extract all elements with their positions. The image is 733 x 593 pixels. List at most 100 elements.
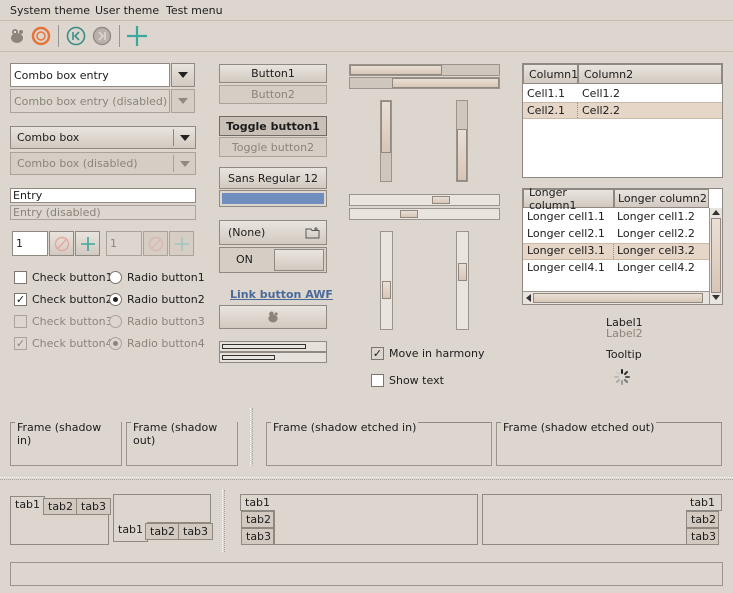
status-bar — [10, 562, 723, 586]
spin-input[interactable]: 1 — [12, 231, 48, 256]
tree-vscrollbar[interactable] — [709, 208, 722, 304]
scroll-left-icon[interactable] — [526, 294, 531, 302]
tab-3[interactable]: tab3 — [241, 528, 274, 545]
tab-3[interactable]: tab3 — [686, 528, 719, 545]
table-row-selected[interactable]: Longer cell3.1 Longer cell3.2 — [523, 243, 709, 260]
table-row[interactable]: Longer cell2.1 Longer cell2.2 — [523, 226, 709, 243]
vscale-fill[interactable] — [457, 129, 467, 181]
combo-divider — [173, 155, 174, 172]
tab-2[interactable]: tab2 — [43, 498, 79, 515]
gimp-icon — [268, 311, 278, 323]
plus-icon — [174, 236, 189, 251]
table-cell: Longer cell4.2 — [617, 261, 695, 274]
table-row-selected[interactable]: Cell2.1 Cell2.2 — [523, 102, 722, 119]
scroll-down-icon[interactable] — [712, 295, 720, 300]
combo-box[interactable]: Combo box — [10, 126, 196, 149]
vscrollbar-2[interactable] — [456, 231, 469, 330]
tab-2[interactable]: tab2 — [145, 523, 181, 540]
radio-button-1[interactable]: Radio button1 — [109, 271, 205, 284]
tab-1[interactable]: tab1 — [240, 494, 275, 511]
hscrollbar-thumb[interactable] — [400, 210, 418, 218]
hscale-fill[interactable] — [350, 65, 443, 75]
vscrollbar-1[interactable] — [380, 231, 393, 330]
tree-hscrollbar[interactable] — [523, 291, 709, 304]
switch-handle[interactable] — [274, 249, 324, 271]
font-button[interactable]: Sans Regular 12 — [219, 167, 327, 189]
radio-selected[interactable] — [109, 293, 122, 306]
checkbox-checked[interactable]: ✓ — [14, 293, 27, 306]
entry-field[interactable]: Entry — [10, 188, 196, 203]
column-divider — [577, 103, 578, 118]
font-name: Sans Regular — [228, 171, 301, 185]
hscrollbar-2[interactable] — [349, 208, 500, 220]
pane-separator[interactable] — [222, 490, 225, 552]
hscale-2[interactable] — [349, 77, 500, 89]
record-icon[interactable] — [29, 24, 53, 48]
tab-2[interactable]: tab2 — [241, 511, 274, 528]
checkbox[interactable] — [371, 374, 384, 387]
toggle-button-1[interactable]: Toggle button1 — [219, 116, 327, 136]
tab-1[interactable]: tab1 — [10, 496, 46, 515]
vscale-1[interactable] — [380, 100, 392, 182]
gimp-icon[interactable] — [5, 24, 29, 48]
move-in-harmony-check[interactable]: ✓ Move in harmony — [371, 347, 485, 360]
menu-system-theme[interactable]: System theme — [10, 4, 90, 17]
switch[interactable]: ON — [219, 247, 327, 273]
checkbox-checked[interactable]: ✓ — [371, 347, 384, 360]
hscale-fill[interactable] — [391, 78, 499, 88]
button-1[interactable]: Button1 — [219, 64, 327, 83]
color-button[interactable] — [219, 190, 327, 207]
vscale-2[interactable] — [456, 100, 468, 182]
tab-3[interactable]: tab3 — [76, 498, 112, 515]
radio-label: Radio button1 — [127, 271, 205, 284]
tab-2[interactable]: tab2 — [686, 511, 719, 528]
spin-increment-button[interactable] — [75, 231, 100, 256]
menu-test[interactable]: Test menu — [166, 4, 223, 17]
tree-view-2[interactable]: Longer column1 Longer column2 Longer cel… — [522, 186, 723, 305]
show-text-check[interactable]: Show text — [371, 374, 444, 387]
progress-fill — [222, 344, 306, 349]
tab-1[interactable]: tab1 — [113, 522, 149, 542]
table-row[interactable]: Longer cell4.1 Longer cell4.2 — [523, 260, 709, 277]
hscrollbar-thumb[interactable] — [533, 293, 703, 303]
scroll-up-icon[interactable] — [712, 210, 720, 215]
table-row[interactable]: Longer cell1.1 Longer cell1.2 — [523, 209, 709, 226]
radio[interactable] — [109, 271, 122, 284]
gimp-button[interactable] — [219, 305, 327, 329]
menu-user-theme[interactable]: User theme — [95, 4, 159, 17]
vscrollbar-thumb[interactable] — [382, 281, 391, 299]
vscrollbar-thumb[interactable] — [458, 263, 467, 281]
column-header[interactable]: Column2 — [578, 64, 722, 84]
plus-icon[interactable] — [124, 23, 150, 49]
check-button-1[interactable]: Check button1 — [14, 271, 113, 284]
no-entry-icon — [54, 236, 69, 251]
pane-separator[interactable] — [250, 408, 253, 466]
combo-entry-field[interactable]: Combo box entry — [10, 63, 170, 87]
radio-label: Radio button2 — [127, 293, 205, 306]
hscrollbar-thumb[interactable] — [432, 196, 450, 204]
checkbox[interactable] — [14, 271, 27, 284]
check-button-2[interactable]: ✓ Check button2 — [14, 293, 113, 306]
spin-decrement-button[interactable] — [49, 231, 74, 256]
file-chooser-button[interactable]: (None) — [219, 220, 327, 245]
link-button[interactable]: Link button AWF — [230, 288, 333, 301]
skip-back-icon[interactable] — [64, 24, 88, 48]
hscale-1[interactable] — [349, 64, 500, 76]
pane-separator[interactable] — [0, 477, 733, 480]
tree-view-1[interactable]: Column1 Column2 Cell1.1 Cell1.2 Cell2.1 … — [522, 63, 723, 178]
tab-3[interactable]: tab3 — [178, 523, 214, 540]
frame-label: Frame (shadow etched in) — [271, 421, 419, 434]
column-header[interactable]: Column1 — [523, 64, 578, 84]
radio-button-2[interactable]: Radio button2 — [109, 293, 205, 306]
vscale-fill[interactable] — [381, 101, 391, 153]
table-row[interactable]: Cell1.1 Cell1.2 — [523, 85, 722, 102]
combo-entry-button[interactable] — [171, 63, 195, 87]
plus-icon — [80, 236, 95, 251]
column-header[interactable]: Longer column1 — [523, 186, 614, 212]
tab-1[interactable]: tab1 — [686, 494, 722, 511]
table-cell: Longer cell3.1 — [527, 244, 605, 257]
column-header[interactable]: Longer column2 — [614, 189, 709, 208]
vscrollbar-thumb[interactable] — [711, 218, 721, 293]
combo-entry-text: Combo box entry — [14, 69, 109, 82]
hscrollbar-1[interactable] — [349, 194, 500, 206]
